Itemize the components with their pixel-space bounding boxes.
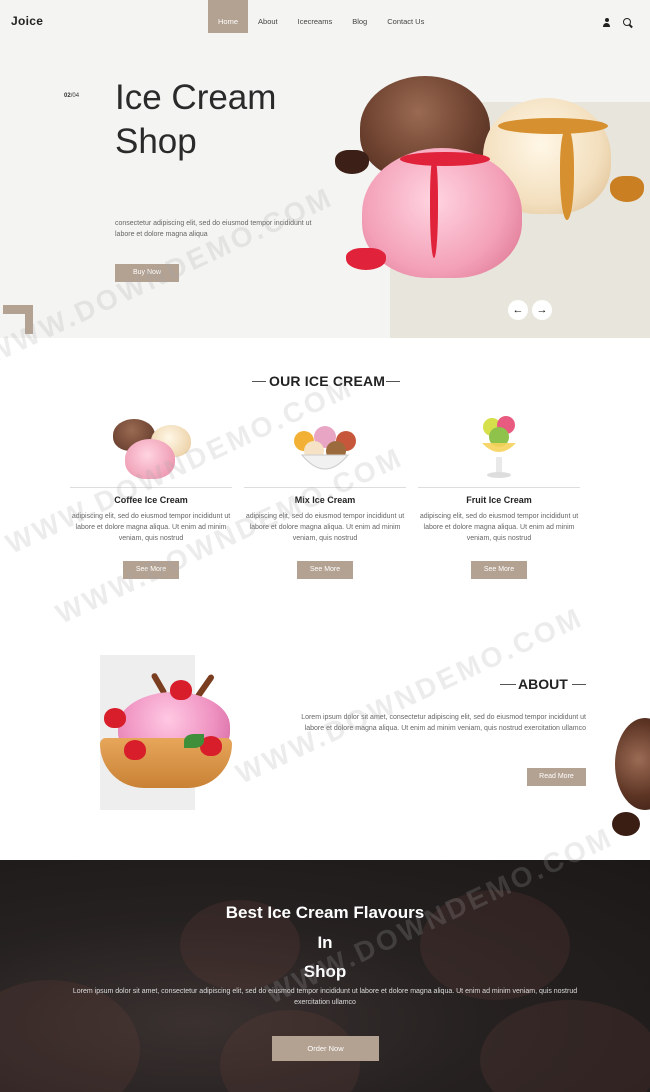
hero-title: Ice Cream Shop (115, 78, 277, 161)
product-name: Fruit Ice Cream (466, 495, 532, 505)
product-list: Coffee Ice Cream adipiscing elit, sed do… (70, 405, 580, 580)
title-line-left (252, 381, 266, 382)
buy-now-button[interactable]: Buy Now (115, 264, 179, 282)
corner-decoration (3, 305, 33, 334)
slide-counter: 02/04 (64, 93, 79, 99)
strawberry-sauce (400, 152, 490, 166)
order-now-button[interactable]: Order Now (272, 1036, 379, 1061)
hero-text: consectetur adipiscing elit, sed do eius… (115, 220, 312, 238)
prev-slide-button[interactable]: ← (508, 300, 528, 320)
site-logo[interactable]: Joice (11, 14, 43, 28)
flavours-banner: Best Ice Cream Flavours In Shop Lorem ip… (0, 860, 650, 1092)
chocolate-drip (335, 150, 369, 174)
search-icon[interactable] (623, 18, 632, 27)
coffee-ice-cream-image (105, 413, 197, 481)
see-more-button[interactable]: See More (471, 561, 527, 579)
product-card-coffee: Coffee Ice Cream adipiscing elit, sed do… (70, 405, 232, 580)
nav-home[interactable]: Home (208, 0, 249, 33)
strawberry (124, 740, 146, 760)
watermark: WWW.DOWNDEMO.COM (231, 601, 588, 790)
card-divider (70, 487, 232, 488)
caramel-drip (610, 176, 644, 202)
banner-title-line: Shop (303, 962, 347, 981)
about-title-line-left (500, 684, 516, 685)
banner-title-line: Best Ice Cream Flavours (225, 903, 425, 922)
product-name: Coffee Ice Cream (114, 495, 188, 505)
strawberry-sauce (430, 158, 438, 258)
banner-title: Best Ice Cream Flavours In Shop (0, 898, 650, 987)
card-divider (418, 487, 580, 488)
product-description: adipiscing elit, sed do eiusmod tempor i… (71, 513, 231, 542)
main-nav: Home About Icecreams Blog Contact Us (208, 0, 434, 33)
our-ice-cream-title: OUR ICE CREAM (269, 373, 386, 389)
read-more-button[interactable]: Read More (527, 768, 586, 786)
card-divider (244, 487, 406, 488)
banner-title-line: In (317, 932, 333, 952)
about-title: ABOUT (518, 676, 568, 692)
product-description: adipiscing elit, sed do eiusmod tempor i… (245, 513, 405, 542)
nav-contact-us[interactable]: Contact Us (377, 0, 434, 33)
header-icons (602, 18, 632, 27)
nav-blog[interactable]: Blog (342, 0, 377, 33)
mix-ice-cream-image (290, 425, 360, 473)
product-name: Mix Ice Cream (294, 495, 356, 505)
hero-section: Joice Home About Icecreams Blog Contact … (0, 0, 650, 338)
chocolate-drip (612, 812, 640, 836)
see-more-button[interactable]: See More (297, 561, 353, 579)
strawberry (104, 708, 126, 728)
strawberry-scoop (362, 148, 522, 278)
about-text: Lorem ipsum dolor sit amet, consectetur … (301, 714, 586, 732)
user-icon[interactable] (602, 18, 611, 27)
strawberry-sauce (346, 248, 386, 270)
caramel-drip (498, 118, 608, 134)
mint-leaf (184, 734, 204, 748)
product-card-fruit: Fruit Ice Cream adipiscing elit, sed do … (418, 405, 580, 580)
about-title-line-right (572, 684, 586, 685)
fruit-ice-cream-image (476, 413, 522, 483)
product-description: adipiscing elit, sed do eiusmod tempor i… (419, 513, 579, 542)
slide-current: 02 (64, 93, 71, 99)
caramel-drip (560, 130, 574, 220)
chocolate-scoop-edge-image (615, 718, 650, 810)
see-more-button[interactable]: See More (123, 561, 179, 579)
next-slide-button[interactable]: → (532, 300, 552, 320)
strawberry (170, 680, 192, 700)
product-card-mix: Mix Ice Cream adipiscing elit, sed do ei… (244, 405, 406, 580)
nav-about[interactable]: About (248, 0, 288, 33)
title-line-right (386, 381, 400, 382)
banner-text: Lorem ipsum dolor sit amet, consectetur … (72, 988, 578, 1006)
slide-total: /04 (70, 93, 80, 99)
nav-icecreams[interactable]: Icecreams (288, 0, 343, 33)
